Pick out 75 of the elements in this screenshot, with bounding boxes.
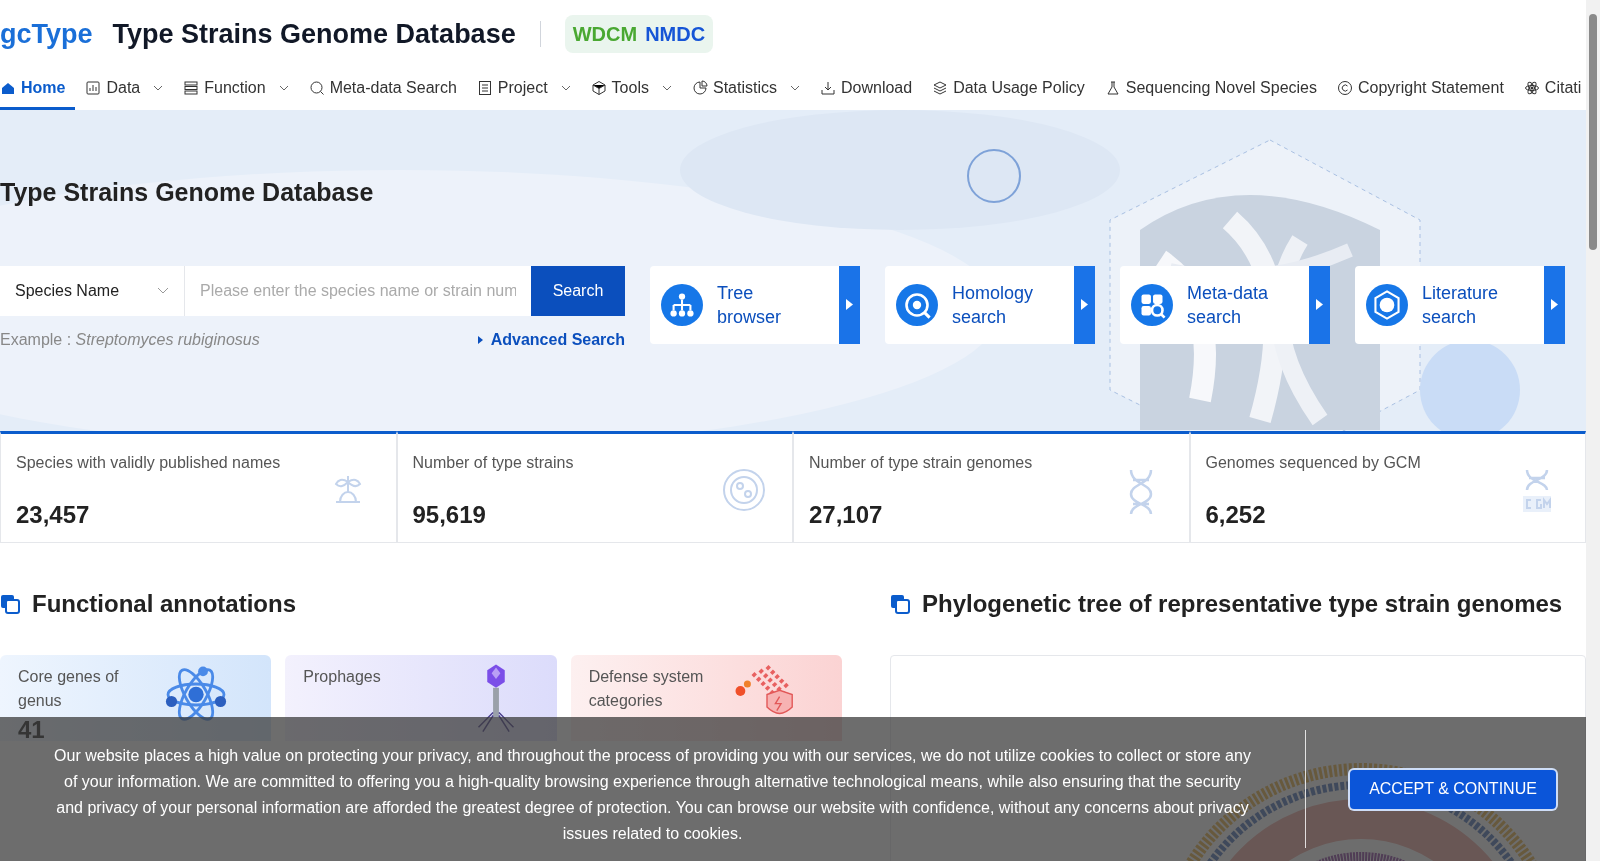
chevron-down-icon (560, 84, 571, 91)
nav-item[interactable]: Meta-data Search (298, 68, 467, 110)
card-label: Core genes of genus (18, 667, 120, 711)
feature-label: Meta-data (1187, 281, 1270, 305)
caret-right-icon (1551, 299, 1558, 310)
card-label: Defense system categories (588, 667, 705, 711)
grid-search-icon (1131, 283, 1173, 326)
caret-right-icon (477, 335, 483, 344)
caret-right-icon (1081, 299, 1088, 310)
scrollbar[interactable] (1586, 0, 1600, 861)
section-icon (890, 594, 910, 614)
feature-card[interactable]: Meta-data search (1120, 265, 1330, 344)
nav-item[interactable]: Copyright Statement (1327, 68, 1514, 110)
chevron-down-icon (157, 287, 169, 294)
nav-item[interactable]: Function (173, 68, 299, 110)
feature-card[interactable]: Literature search (1355, 265, 1565, 344)
section-title: Phylogenetic tree of representative type strain genomes (922, 589, 1563, 619)
search-field[interactable]: Please enter the species name or strain num (185, 265, 531, 316)
section-title: Functional annotations (32, 589, 296, 619)
atom-icon (1523, 79, 1540, 96)
feature-label: browser (717, 305, 783, 329)
stat-label: Genomes sequenced by GCM (1205, 453, 1422, 473)
search-button[interactable]: Search (531, 265, 625, 316)
hierarchy-icon (661, 283, 703, 326)
feature-label: search (1422, 305, 1478, 329)
nav-item[interactable]: Project (466, 68, 581, 110)
feature-label: Literature (1422, 281, 1500, 305)
copyright-icon (1337, 79, 1353, 96)
advanced-search-link[interactable]: Advanced Search (477, 327, 625, 352)
chevron-down-icon (661, 84, 672, 91)
section-icon (0, 594, 20, 614)
cube-icon (590, 79, 607, 96)
chart-icon (85, 79, 102, 96)
feature-card[interactable]: Homology search (885, 265, 1095, 344)
nav-item[interactable]: Data (75, 68, 174, 110)
site-title: Type Strains Genome Database (112, 17, 516, 51)
layers-icon (932, 79, 949, 96)
stat-label: Number of type strains (412, 453, 575, 473)
hero-title: Type Strains Genome Database (0, 177, 375, 208)
nav-item[interactable]: Sequencing Novel Species (1094, 68, 1327, 110)
stat-label: Number of type strain genomes (809, 453, 1034, 473)
nav-item[interactable]: Tools (580, 68, 682, 110)
feature-label: search (952, 305, 1008, 329)
accept-button[interactable]: ACCEPT & CONTINUE (1348, 767, 1558, 811)
stat-label: Species with validly published names (16, 453, 282, 473)
card-label: Prophages (303, 667, 382, 687)
caret-right-icon (846, 299, 853, 310)
document-icon (476, 79, 493, 96)
stat-value: 27,107 (809, 500, 884, 530)
stat-value: 95,619 (412, 500, 487, 530)
feature-label: Tree (717, 281, 755, 305)
download-icon (820, 79, 836, 96)
pie-chart-icon (691, 79, 708, 96)
search-icon (308, 79, 325, 96)
species-dropdown[interactable]: Species Name (0, 265, 185, 316)
cookie-message: Our website places a high value on protecting your privacy, and throughout the process of providing you with our services, we do not utilize cookies to collect or store any of your information. We are committed to offering you a high-quality browsing experience through alternative technological means, while also ensuring that the security and privacy of your personal information are afforded the greatest degree of protection. You can browse our website with confidence, without any concerns about privacy issues related to cookies. (53, 746, 1252, 844)
chevron-down-icon (790, 84, 800, 91)
server-icon (183, 79, 200, 96)
chevron-down-icon (153, 84, 164, 91)
logo[interactable]: gcType (0, 13, 93, 55)
caret-right-icon (1316, 299, 1323, 310)
chevron-down-icon (278, 84, 289, 91)
nav-item[interactable]: Citati (1513, 68, 1586, 110)
nav-item[interactable]: Statistics (681, 68, 810, 110)
feature-label: search (1187, 305, 1243, 329)
stat-value: 23,457 (16, 500, 91, 530)
nav-item[interactable]: Data Usage Policy (922, 68, 1095, 110)
card-value: 41 (18, 717, 45, 741)
partner-badges: WDCM NMDC (564, 15, 714, 53)
stat-value: 6,252 (1205, 500, 1267, 530)
feature-label: Homology (952, 281, 1035, 305)
example-text: Example : Streptomyces rubiginosus (0, 329, 260, 350)
feature-card[interactable]: Tree browser (650, 265, 860, 344)
flask-icon (1104, 79, 1121, 96)
nav-item[interactable]: Download (810, 68, 923, 110)
